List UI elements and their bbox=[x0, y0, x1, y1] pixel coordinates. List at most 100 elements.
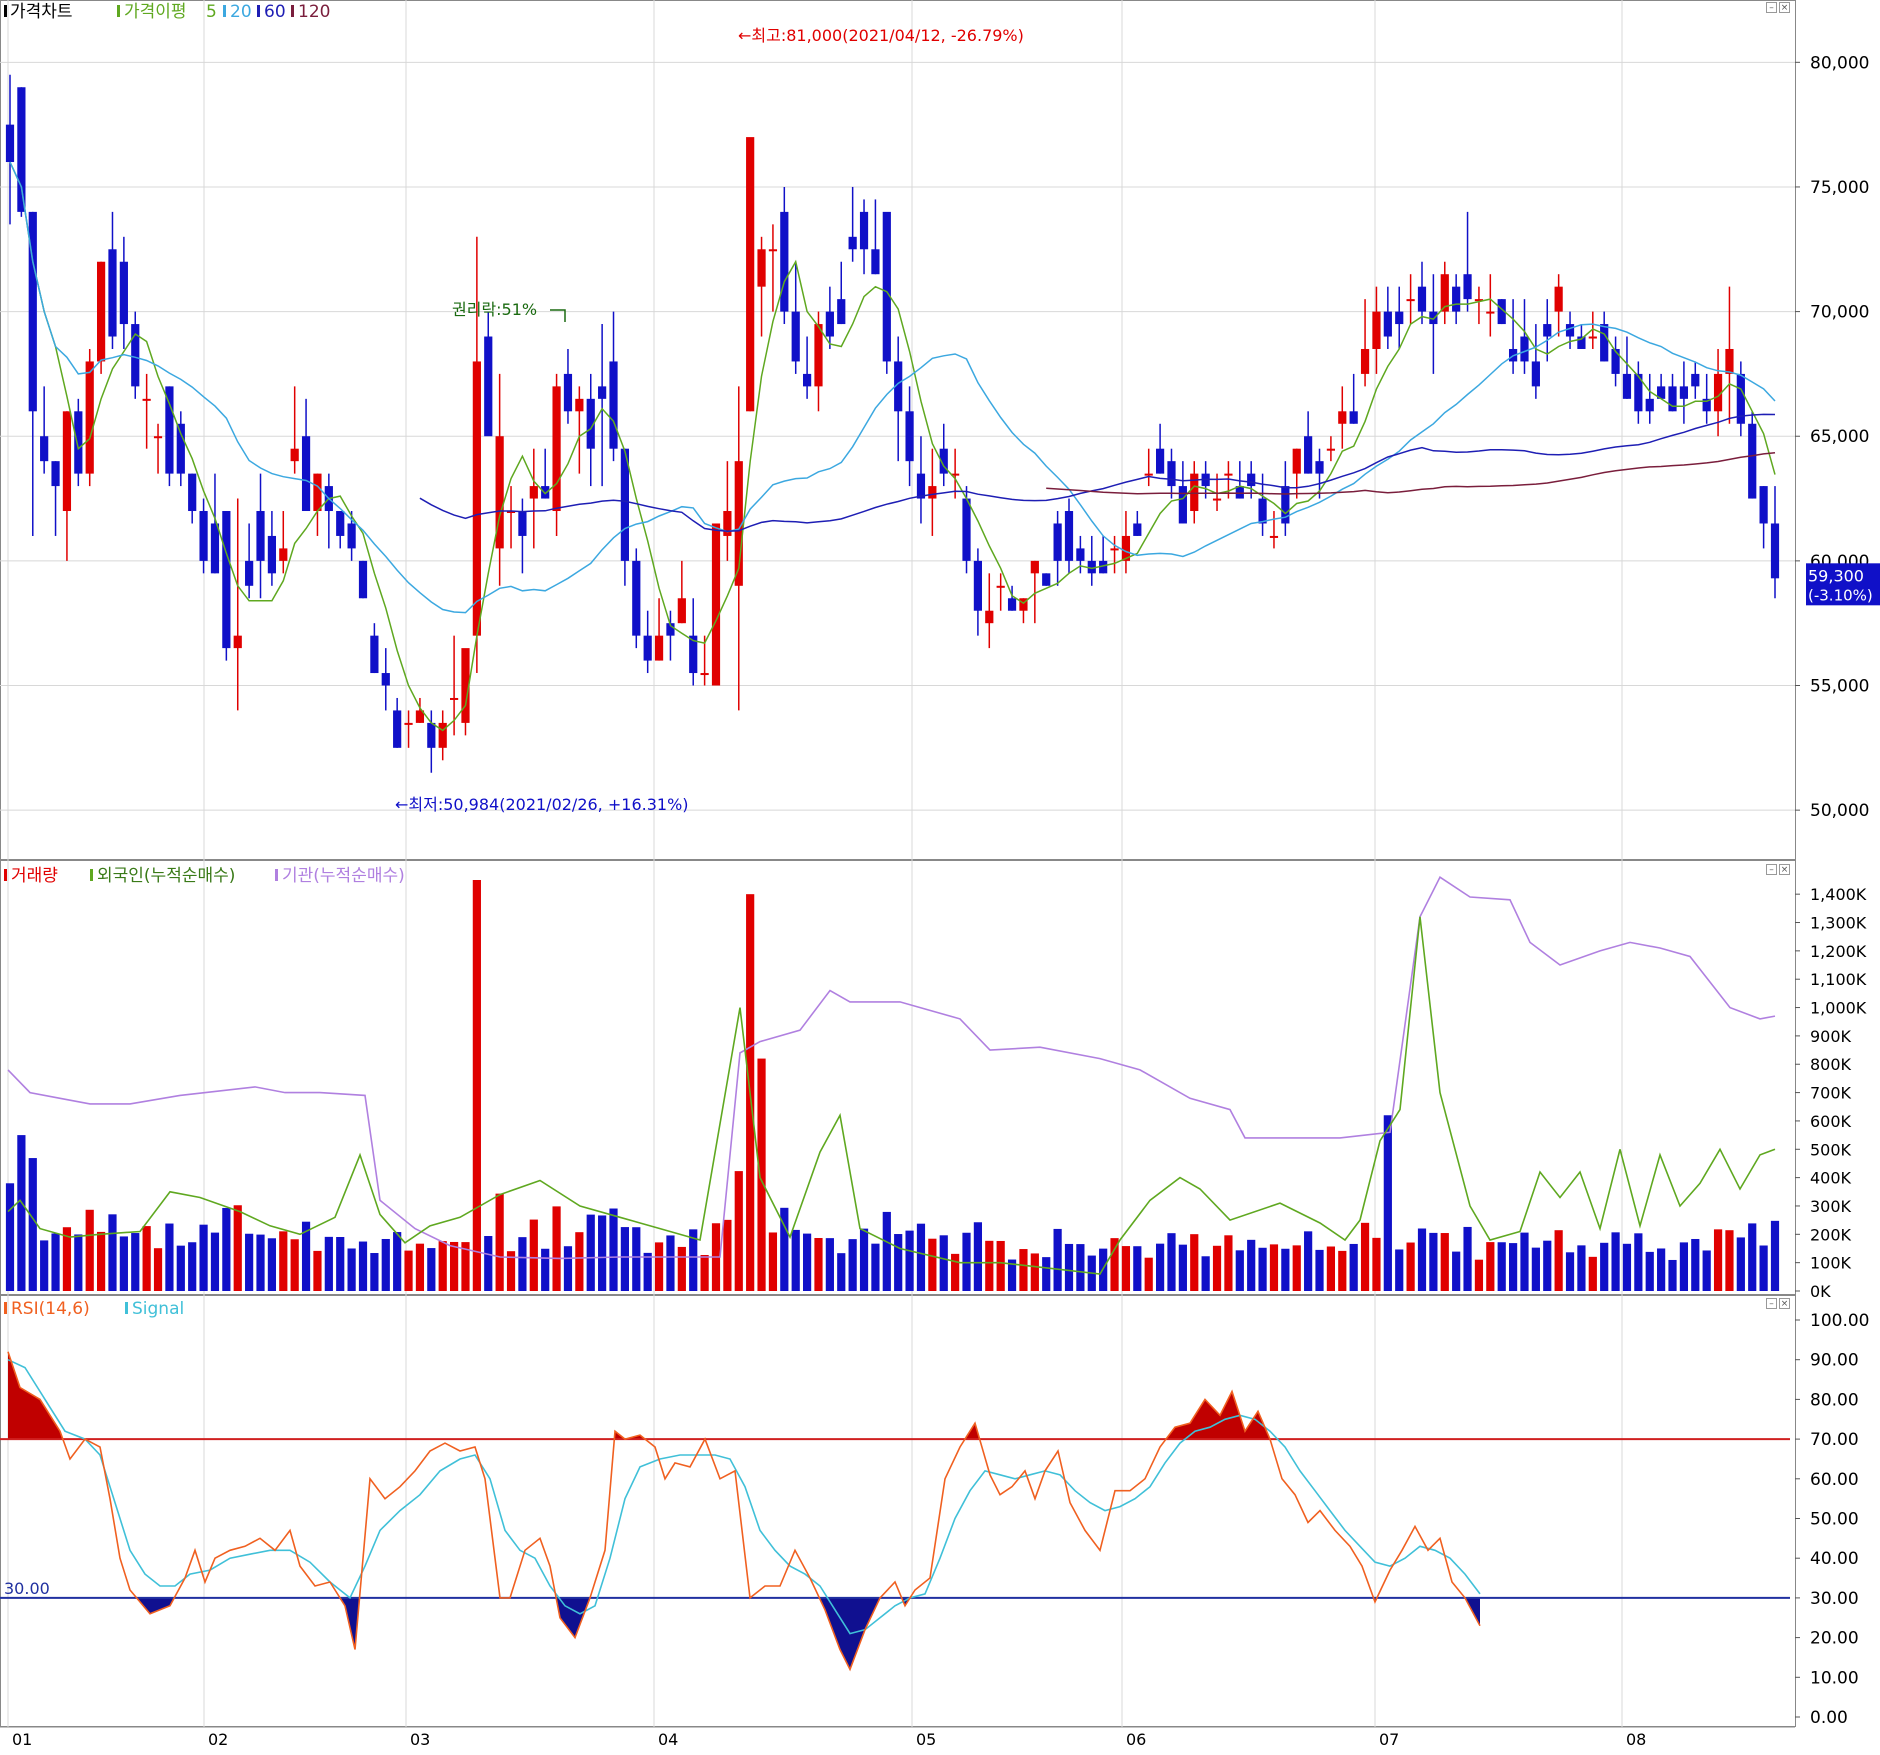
stock-chart[interactable]: 01 02 03 04 05 06 07 08 80,000 75,000 70,000 65,000… bbox=[0, 0, 1880, 1751]
candle bbox=[256, 511, 265, 561]
volume-bar bbox=[552, 1206, 561, 1291]
volume-bar bbox=[1486, 1242, 1495, 1291]
candle bbox=[711, 523, 721, 686]
volume-bar bbox=[108, 1214, 117, 1291]
rsi-panel-minimize-icon[interactable]: – bbox=[1766, 1298, 1777, 1309]
volume-bar bbox=[1281, 1248, 1290, 1291]
volume-bar bbox=[233, 1205, 242, 1291]
volume-y-tick-label: 1,000K bbox=[1810, 999, 1867, 1018]
volume-bar bbox=[529, 1219, 538, 1291]
volume-bar bbox=[495, 1193, 504, 1291]
candle bbox=[1417, 286, 1427, 312]
price-y-tick-label: 75,000 bbox=[1810, 178, 1869, 198]
volume-bar bbox=[1588, 1256, 1597, 1291]
volume-bar bbox=[654, 1242, 664, 1291]
candle bbox=[552, 386, 561, 512]
volume-bar bbox=[1212, 1245, 1222, 1291]
volume-bar bbox=[1736, 1237, 1745, 1291]
price-panel-minimize-icon[interactable]: – bbox=[1766, 2, 1777, 13]
volume-bar bbox=[848, 1239, 857, 1291]
candle bbox=[1360, 348, 1370, 374]
candle bbox=[882, 211, 891, 362]
candle bbox=[916, 473, 926, 499]
candle bbox=[347, 523, 356, 549]
candle bbox=[1748, 423, 1757, 499]
volume-panel-close-icon[interactable]: × bbox=[1779, 864, 1790, 875]
volume-bar bbox=[1452, 1251, 1461, 1291]
candle bbox=[1679, 386, 1689, 399]
volume-bar bbox=[415, 1243, 425, 1291]
volume-bar bbox=[290, 1239, 299, 1291]
price-panel-close-icon[interactable]: × bbox=[1779, 2, 1790, 13]
rsi-panel-close-icon[interactable]: × bbox=[1779, 1298, 1790, 1309]
legend-price-swatch bbox=[4, 5, 7, 17]
candle bbox=[780, 211, 789, 312]
volume-bar bbox=[962, 1232, 971, 1291]
volume-y-tick-label: 500K bbox=[1810, 1140, 1852, 1159]
volume-y-tick-label: 1,300K bbox=[1810, 914, 1867, 933]
volume-bar bbox=[1030, 1253, 1039, 1291]
volume-bar bbox=[370, 1253, 379, 1291]
candle bbox=[563, 373, 573, 412]
x-tick-label: 02 bbox=[208, 1730, 228, 1749]
volume-bar bbox=[279, 1231, 288, 1291]
volume-bar bbox=[438, 1241, 447, 1291]
volume-bar bbox=[256, 1234, 265, 1291]
candle bbox=[1144, 473, 1153, 476]
volume-y-tick-label: 400K bbox=[1810, 1169, 1852, 1188]
price-y-tick-label: 80,000 bbox=[1810, 53, 1869, 73]
rsi-y-tick-label: 10.00 bbox=[1810, 1668, 1859, 1688]
legend-volume-swatch bbox=[4, 869, 7, 881]
volume-bar bbox=[1725, 1230, 1734, 1291]
volume-bar bbox=[188, 1242, 197, 1291]
rsi-y-tick-label: 70.00 bbox=[1810, 1430, 1859, 1450]
volume-bar bbox=[802, 1233, 812, 1291]
volume-bar bbox=[119, 1236, 128, 1291]
volume-bar bbox=[40, 1240, 49, 1291]
volume-panel-minimize-icon[interactable]: – bbox=[1766, 864, 1777, 875]
volume-bar bbox=[1622, 1243, 1632, 1291]
volume-bar bbox=[563, 1246, 573, 1291]
volume-bar bbox=[1053, 1228, 1062, 1291]
candle bbox=[814, 324, 823, 387]
candle bbox=[1759, 486, 1768, 524]
candle bbox=[1668, 386, 1677, 412]
candle bbox=[677, 598, 686, 624]
volume-bar bbox=[1702, 1250, 1711, 1291]
volume-bar bbox=[1064, 1243, 1074, 1291]
candle bbox=[928, 486, 937, 499]
volume-bar bbox=[1360, 1222, 1370, 1291]
candle bbox=[142, 398, 151, 401]
price-y-tick-label: 65,000 bbox=[1810, 427, 1869, 447]
candle bbox=[51, 461, 60, 487]
chart-svg: 01 02 03 04 05 06 07 08 80,000 75,000 70,000 65,000… bbox=[0, 0, 1880, 1751]
volume-bar bbox=[1748, 1223, 1757, 1291]
volume-bar bbox=[1770, 1220, 1780, 1291]
volume-bar bbox=[1019, 1249, 1028, 1291]
rsi-y-tick-label: 50.00 bbox=[1810, 1510, 1859, 1530]
candle bbox=[825, 311, 834, 337]
volume-bar bbox=[245, 1233, 254, 1291]
volume-bar bbox=[677, 1246, 686, 1291]
candle bbox=[267, 535, 277, 574]
candle bbox=[973, 560, 983, 611]
candle bbox=[290, 448, 299, 462]
volume-bar bbox=[1497, 1242, 1506, 1291]
candle bbox=[472, 361, 481, 636]
volume-bar bbox=[153, 1248, 163, 1291]
candle bbox=[1133, 523, 1142, 536]
candle bbox=[438, 722, 447, 748]
volume-bar bbox=[1645, 1251, 1654, 1291]
candle bbox=[643, 635, 652, 661]
volume-bar bbox=[1531, 1247, 1540, 1291]
x-tick-label: 01 bbox=[12, 1730, 32, 1749]
volume-bar bbox=[1508, 1243, 1518, 1291]
candle bbox=[1053, 523, 1062, 561]
volume-bar bbox=[757, 1058, 766, 1291]
volume-bar bbox=[347, 1248, 356, 1291]
candle bbox=[381, 673, 390, 686]
legend-foreign: 외국인(누적순매수) bbox=[97, 866, 235, 886]
price-y-tick-label: 70,000 bbox=[1810, 303, 1869, 323]
current-price-label: 59,300 bbox=[1808, 566, 1864, 585]
legend-institution: 기관(누적순매수) bbox=[282, 866, 405, 886]
